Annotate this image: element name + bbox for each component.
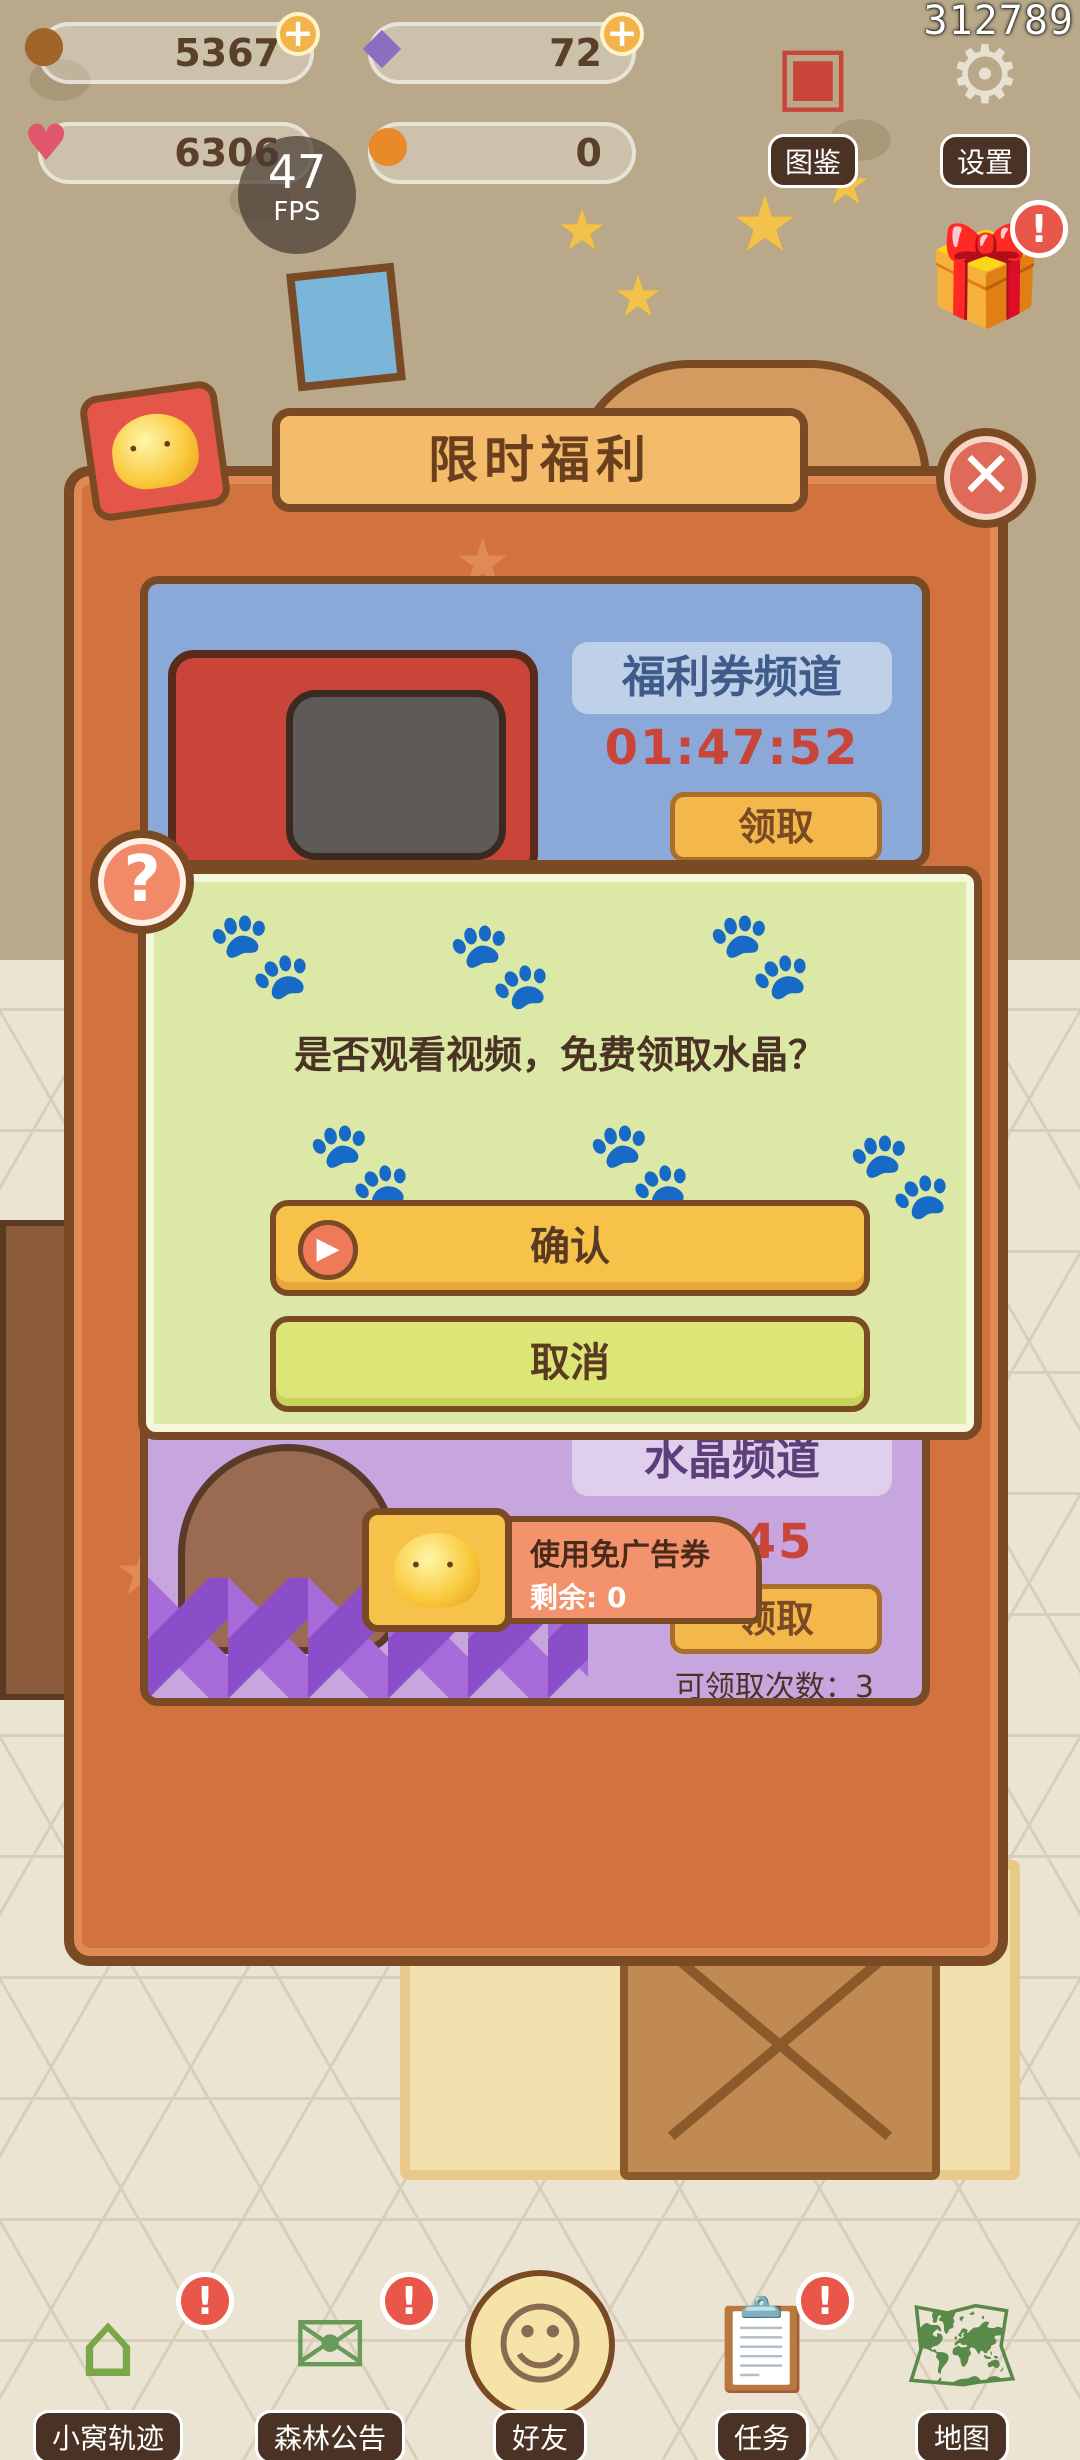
- nav-label: 小窝轨迹: [32, 2410, 184, 2460]
- jelly-icon: [107, 408, 203, 494]
- nav-label: 森林公告: [254, 2410, 406, 2460]
- claim-times: 可领取次数：3: [674, 1670, 874, 1705]
- ad-free-ticket-button[interactable]: 使用免广告券 剩余: 0: [362, 1508, 770, 1632]
- hanging-star: ★: [612, 262, 664, 330]
- hanging-star: ★: [730, 180, 800, 270]
- play-video-icon: ▶: [298, 1220, 358, 1280]
- question-icon: ?: [90, 830, 194, 934]
- album-label: 图鉴: [767, 134, 858, 188]
- crystal-icon: ◆: [362, 16, 402, 74]
- paw-decoration: 🐾: [206, 905, 314, 1005]
- hanging-star: ★: [556, 196, 608, 264]
- watch-video-dialog: 🐾 🐾 🐾 🐾 🐾 🐾 是否观看视频，免费领取水晶？ ▶ 确认 取消: [138, 866, 982, 1440]
- album-icon: ▣: [775, 27, 851, 121]
- nest-alert-badge: !: [176, 2272, 234, 2330]
- fps-value: 47: [267, 145, 327, 199]
- ad-ticket-icon: [362, 1508, 512, 1632]
- crystal-count: 72: [549, 31, 602, 75]
- ad-tv-icon[interactable]: [77, 379, 233, 523]
- dialog-message: 是否观看视频，免费领取水晶？: [293, 1033, 826, 1077]
- bookshelf: [0, 1220, 70, 1700]
- tasks-alert-badge: !: [796, 2272, 854, 2330]
- fps-counter: 47 FPS: [238, 136, 356, 254]
- album-button[interactable]: ▣ 图鉴: [758, 14, 868, 188]
- friends-icon: ☺: [465, 2270, 615, 2420]
- acorn-icon: ●: [22, 14, 66, 72]
- cancel-label: 取消: [530, 1340, 610, 1386]
- house-icon: ⌂: [79, 2292, 137, 2398]
- nav-friends[interactable]: ☺ 好友: [460, 2270, 620, 2460]
- nav-label: 任务: [714, 2410, 810, 2460]
- tv-screen: [286, 690, 506, 860]
- channel-timer: 01:47:52: [604, 720, 860, 776]
- nav-label: 地图: [914, 2410, 1010, 2460]
- nav-map[interactable]: 🗺 地图: [882, 2270, 1042, 2460]
- notice-alert-badge: !: [380, 2272, 438, 2330]
- cancel-button[interactable]: 取消: [270, 1316, 870, 1412]
- gear-icon: ⚙: [949, 27, 1021, 121]
- tv-illustration: [148, 584, 568, 860]
- heart-icon: ♥: [23, 114, 69, 172]
- pumpkin-icon: ●: [366, 114, 410, 172]
- close-icon: ✕: [959, 439, 1013, 513]
- channel-name: 福利券频道: [572, 642, 892, 714]
- confirm-label: 确认: [530, 1224, 610, 1270]
- confirm-button[interactable]: ▶ 确认: [270, 1200, 870, 1296]
- settings-button[interactable]: ⚙ 设置: [930, 14, 1040, 188]
- pumpkin-count: 0: [575, 131, 602, 175]
- add-crystal-button[interactable]: +: [600, 12, 644, 56]
- map-icon: 🗺: [904, 2292, 1020, 2398]
- nav-nest-trail[interactable]: ⌂ 小窝轨迹: [28, 2270, 188, 2460]
- jelly-icon: [394, 1533, 480, 1607]
- tv-icon: [168, 650, 538, 860]
- settings-label: 设置: [939, 134, 1030, 188]
- hanging-picture: [286, 262, 406, 392]
- ad-ticket-remaining: 剩余: 0: [530, 1581, 627, 1614]
- add-acorn-button[interactable]: +: [276, 12, 320, 56]
- channel-card-voucher: 福利券频道 01:47:52 领取: [140, 576, 930, 868]
- close-button[interactable]: ✕: [936, 428, 1036, 528]
- panel-title: 限时福利: [230, 408, 850, 512]
- nav-label: 好友: [492, 2410, 588, 2460]
- fps-label: FPS: [273, 197, 321, 227]
- gift-alert-badge: !: [1010, 200, 1068, 258]
- ad-ticket-label: 使用免广告券: [530, 1538, 710, 1573]
- acorn-count: 5367: [174, 31, 280, 75]
- paw-decoration: 🐾: [446, 915, 554, 1015]
- paw-decoration: 🐾: [706, 905, 814, 1005]
- claim-button[interactable]: 领取: [670, 792, 882, 860]
